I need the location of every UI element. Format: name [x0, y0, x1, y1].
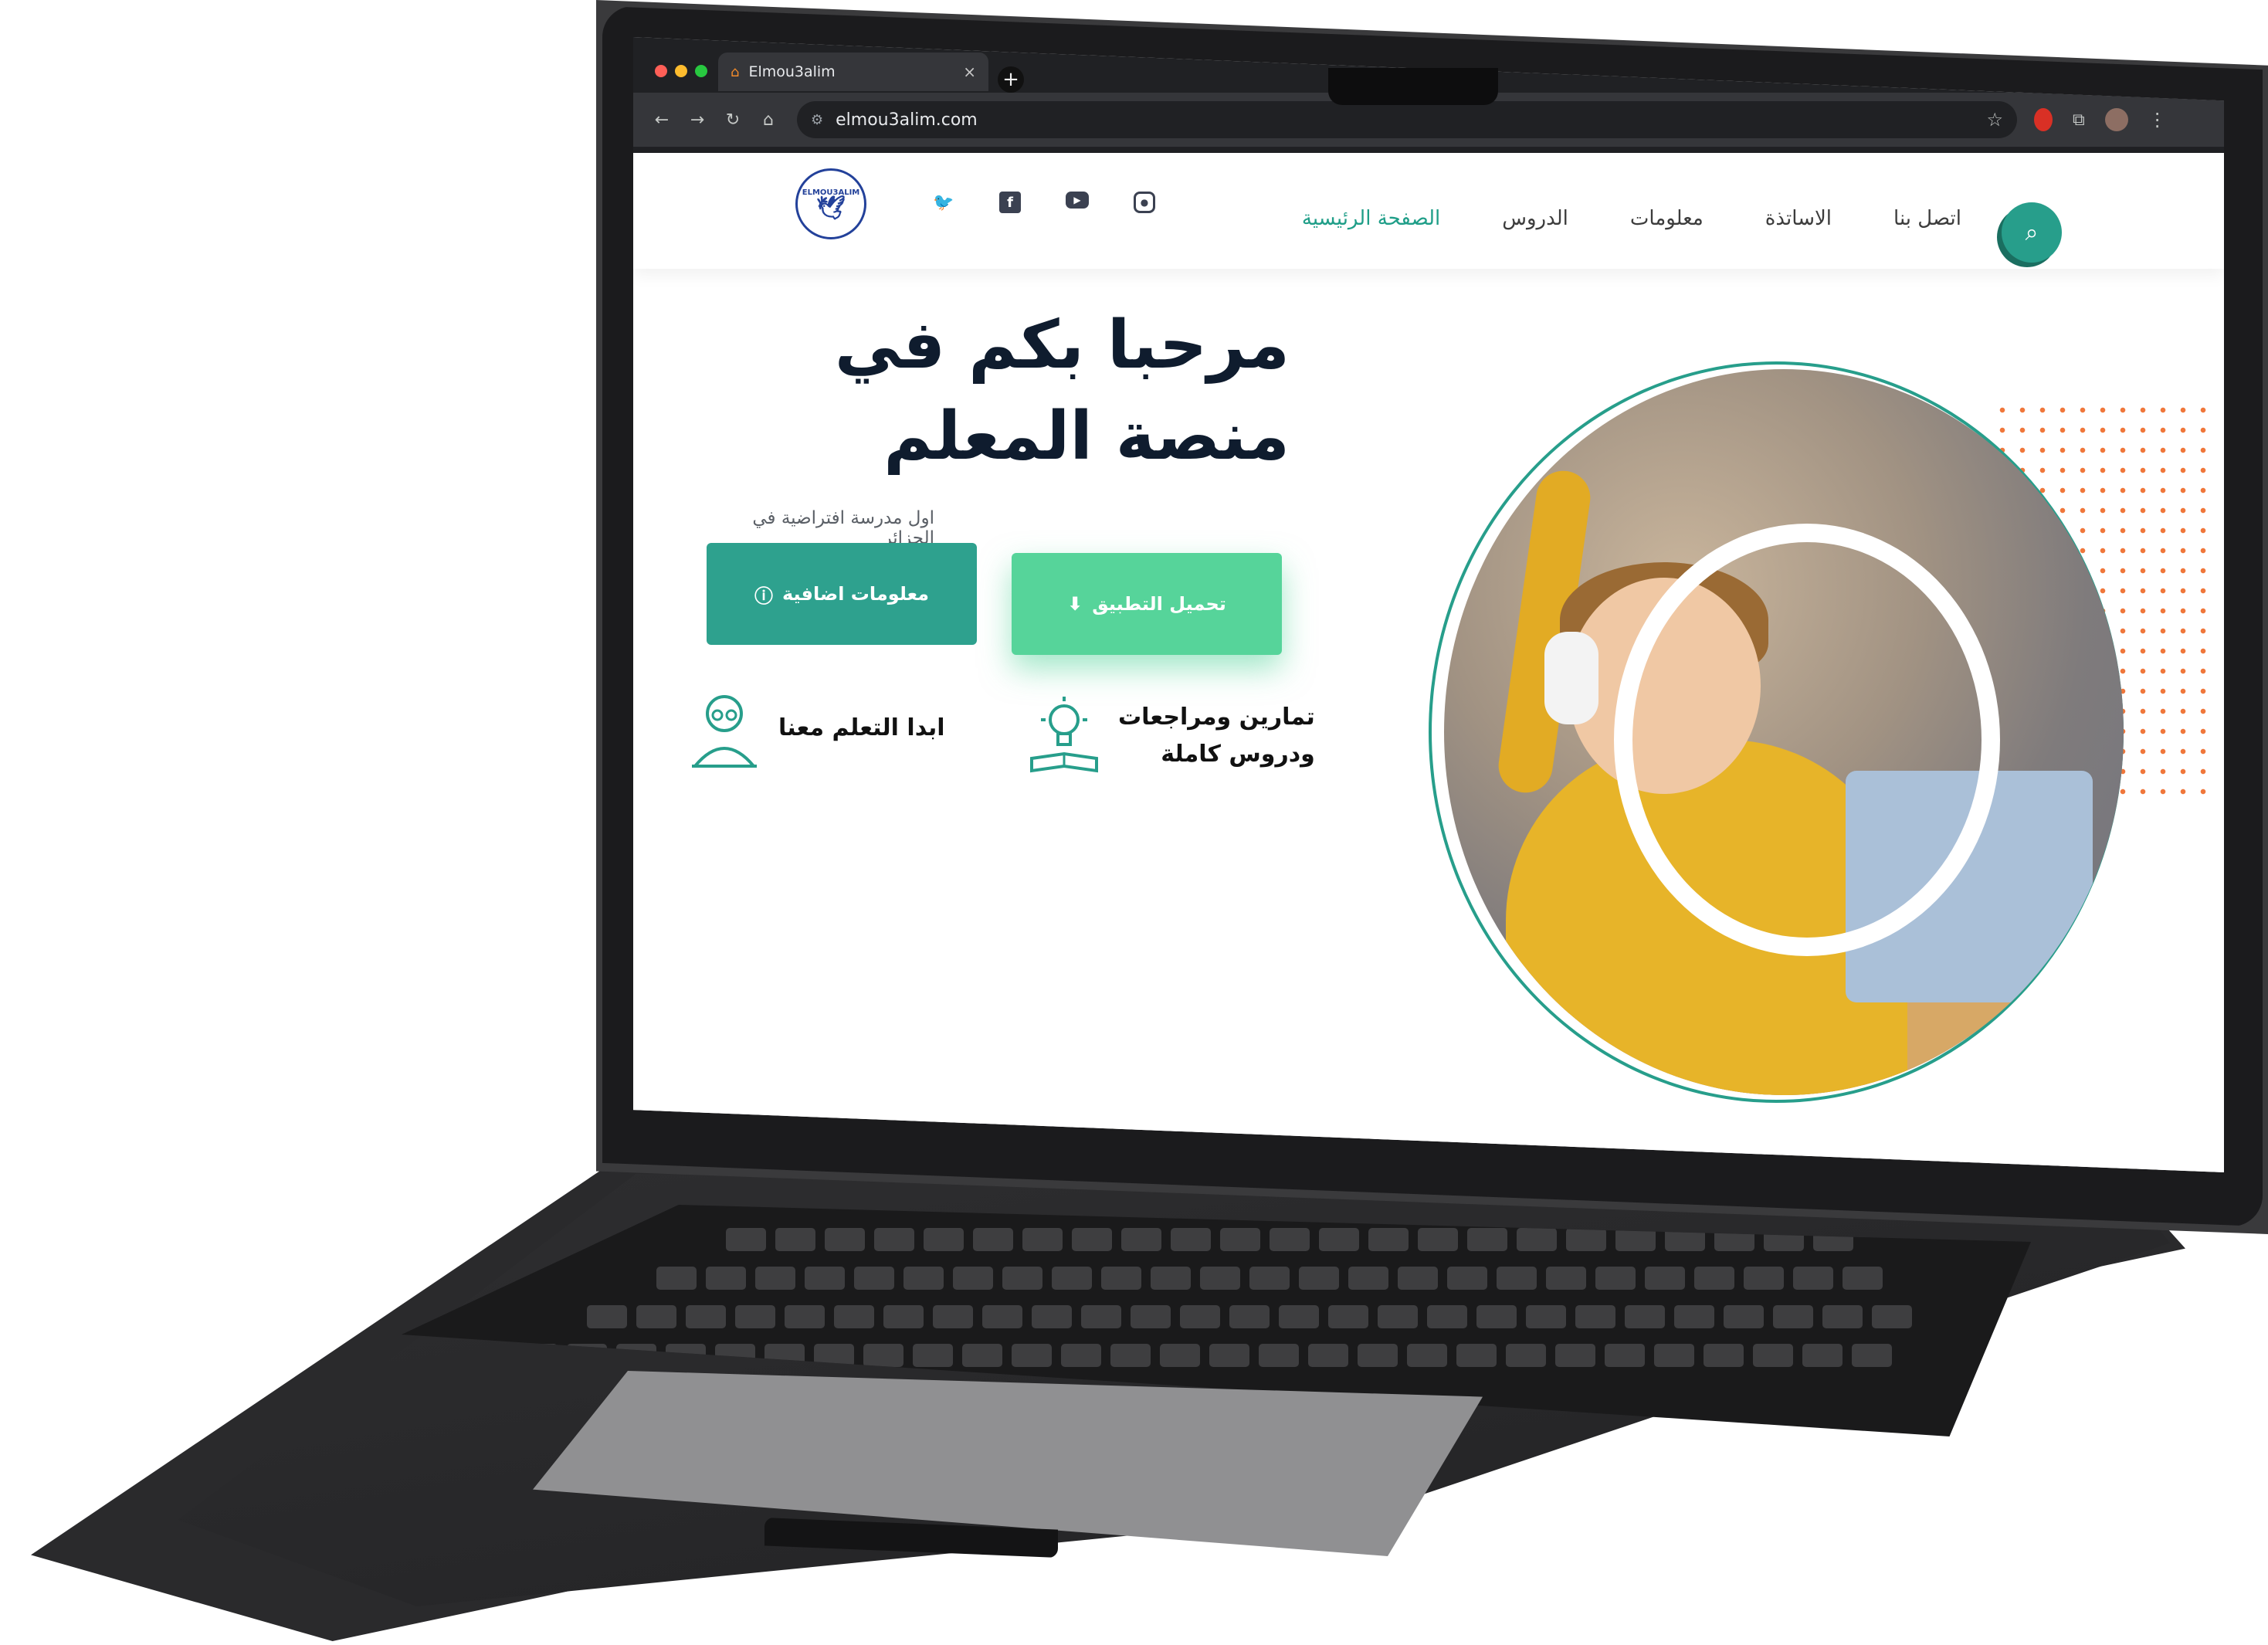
feature-exercises-line2: ودروس كاملة	[1161, 741, 1315, 768]
download-icon: ⬇	[1067, 593, 1083, 615]
extension-icon[interactable]	[2034, 108, 2053, 131]
youtube-icon[interactable]: ▶	[1066, 192, 1089, 209]
browser-menu-icon[interactable]: ⋮	[2148, 109, 2167, 131]
forward-icon[interactable]: →	[680, 110, 715, 130]
laptop-screen: ⌂ Elmou3alim × + ⌄ ← → ↻ ⌂ ⚙ elmou3alim.…	[633, 37, 2224, 1172]
teacher-icon	[692, 695, 757, 768]
inner-white-ring	[1614, 524, 2000, 956]
instagram-icon[interactable]: ●	[1134, 192, 1155, 213]
site-info-icon[interactable]: ⚙	[811, 112, 823, 128]
browser-tab[interactable]: ⌂ Elmou3alim ×	[718, 53, 988, 91]
address-bar[interactable]: ⚙ elmou3alim.com ☆	[797, 101, 2017, 138]
home-icon[interactable]: ⌂	[751, 110, 786, 130]
reload-icon[interactable]: ↻	[715, 110, 751, 130]
laptop-mockup: ⌂ Elmou3alim × + ⌄ ← → ↻ ⌂ ⚙ elmou3alim.…	[0, 0, 2268, 1645]
bookmark-star-icon[interactable]: ☆	[1986, 109, 2003, 131]
twitter-icon[interactable]: 🐦	[933, 192, 954, 213]
lightbulb-book-icon	[1030, 697, 1098, 773]
headphones-shape	[1544, 632, 1598, 724]
main-nav: الصفحة الرئيسية الدروس معلومات الاساتذة …	[1302, 207, 1961, 230]
minimize-window-icon[interactable]	[675, 65, 687, 77]
toolbar-extensions: ⧉ ⋮	[2034, 108, 2167, 131]
nav-home[interactable]: الصفحة الرئيسية	[1302, 207, 1440, 230]
download-app-button[interactable]: تحميل التطبيق ⬇	[1012, 553, 1282, 655]
search-icon: ⌕	[2025, 219, 2039, 246]
hero-image-child-with-headphones	[1444, 369, 2124, 1095]
facebook-icon[interactable]: f	[999, 192, 1021, 213]
download-app-label: تحميل التطبيق	[1092, 593, 1226, 615]
site-header: ELMOU3ALIM 🕊 🐦 f ▶ ● الصفحة الرئيسية الد…	[633, 153, 2224, 269]
feature-start-learning-text: ابدا التعلم معنا	[778, 714, 945, 741]
nav-lessons[interactable]: الدروس	[1502, 207, 1568, 230]
feature-start-learning: ابدا التعلم معنا	[687, 686, 945, 771]
feature-exercises: تمارين ومراجعات ودروس كاملة	[1027, 694, 1315, 778]
website-page: ELMOU3ALIM 🕊 🐦 f ▶ ● الصفحة الرئيسية الد…	[633, 153, 2224, 1172]
maximize-window-icon[interactable]	[695, 65, 707, 77]
more-info-button[interactable]: معلومات اضافية ⓘ	[707, 543, 977, 645]
feature-exercises-line1: تمارين ومراجعات	[1118, 704, 1315, 731]
profile-avatar[interactable]	[2104, 108, 2128, 131]
nav-teachers[interactable]: الاساتذة	[1765, 207, 1832, 230]
more-info-label: معلومات اضافية	[781, 583, 930, 605]
search-button[interactable]: ⌕	[2002, 202, 2062, 263]
back-icon[interactable]: ←	[644, 110, 680, 130]
social-links: 🐦 f ▶ ●	[933, 192, 1155, 213]
url-text[interactable]: elmou3alim.com	[836, 110, 978, 130]
hero-title: مرحبا بكم في منصة المعلم	[834, 307, 1290, 475]
camera-notch	[1328, 68, 1498, 105]
extensions-puzzle-icon[interactable]: ⧉	[2073, 110, 2085, 130]
feature-exercises-text: تمارين ومراجعات ودروس كاملة	[1118, 699, 1315, 773]
close-window-icon[interactable]	[655, 65, 667, 77]
logo-bird-icon: 🕊	[815, 194, 846, 222]
site-logo[interactable]: ELMOU3ALIM 🕊	[795, 168, 866, 239]
tab-close-icon[interactable]: ×	[963, 63, 976, 81]
new-tab-button[interactable]: +	[998, 66, 1024, 93]
site-favicon-icon: ⌂	[731, 63, 740, 80]
tab-title: Elmou3alim	[748, 63, 836, 80]
nav-info[interactable]: معلومات	[1630, 207, 1704, 230]
nav-contact[interactable]: اتصل بنا	[1893, 207, 1961, 230]
info-icon: ⓘ	[754, 585, 773, 607]
